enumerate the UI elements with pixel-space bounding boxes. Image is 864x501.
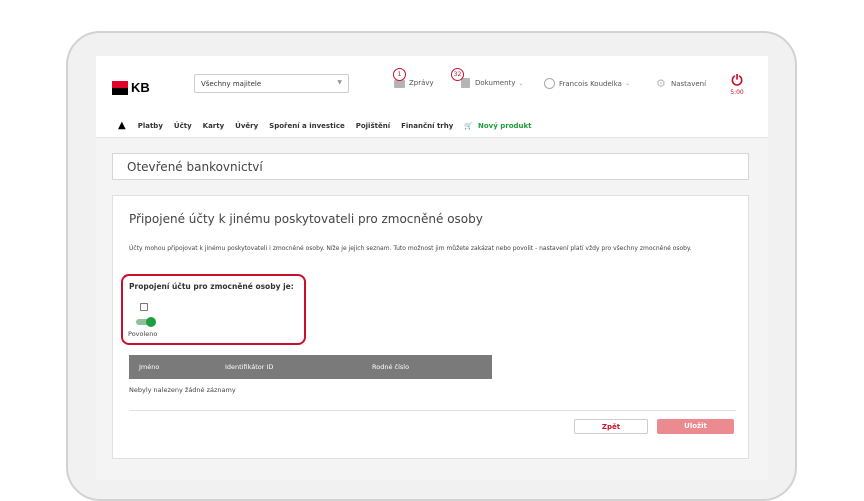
- logout-button[interactable]: ⏻ 5:00: [725, 74, 749, 96]
- documents-label: Dokumenty: [475, 79, 516, 87]
- connected-accounts-card: Připojené účty k jinému poskytovateli pr…: [112, 195, 749, 459]
- nav-item-ucty[interactable]: Účty: [174, 122, 192, 130]
- authorized-persons-table: Jméno Identifikátor ID Rodné číslo: [129, 355, 492, 379]
- user-icon: [544, 78, 555, 89]
- kb-logo-mark: [112, 80, 128, 95]
- top-header: KB Všechny majitele ▼ Zprávy 1 Dokumenty…: [96, 56, 768, 138]
- nav-item-uvery[interactable]: Úvěry: [235, 122, 258, 130]
- column-header-birth-number[interactable]: Rodné číslo: [362, 363, 492, 371]
- toggle-knob: [146, 317, 156, 327]
- new-product-label: Nový produkt: [478, 121, 532, 130]
- documents-link[interactable]: Dokumenty ⌄: [460, 78, 523, 88]
- toggle-label: Propojení účtu pro zmocněné osoby je:: [129, 282, 294, 291]
- owner-select[interactable]: Všechny majitele ▼: [194, 74, 349, 93]
- page-title: Otevřené bankovnictví: [112, 153, 749, 180]
- column-header-name[interactable]: Jméno: [129, 363, 215, 371]
- table-header: Jméno Identifikátor ID Rodné číslo: [129, 355, 492, 379]
- owner-select-value: Všechny majitele: [201, 80, 262, 88]
- column-header-id[interactable]: Identifikátor ID: [215, 363, 362, 371]
- nav-item-platby[interactable]: Platby: [138, 122, 163, 130]
- nav-item-new-product[interactable]: 🛒 Nový produkt: [464, 122, 542, 130]
- nav-item-sporeni[interactable]: Spoření a investice: [269, 122, 345, 130]
- chevron-down-icon: ⌄: [518, 79, 524, 87]
- messages-label: Zprávy: [409, 79, 434, 87]
- kb-logo[interactable]: KB: [112, 80, 150, 95]
- permission-toggle-switch[interactable]: [136, 316, 156, 328]
- messages-count-badge: 1: [393, 68, 406, 81]
- cart-icon: 🛒: [464, 121, 474, 130]
- chevron-down-icon: ▼: [337, 79, 342, 86]
- user-name: Francois Koudelka: [559, 79, 622, 88]
- nav-item-pojisteni[interactable]: Pojištění: [356, 122, 390, 130]
- power-icon: ⏻: [731, 73, 743, 89]
- kb-logo-text: KB: [131, 80, 150, 95]
- toggle-checkbox[interactable]: [140, 303, 148, 311]
- gear-icon: ⚙: [656, 77, 666, 90]
- nav-item-karty[interactable]: Karty: [203, 122, 225, 130]
- document-icon: [460, 78, 472, 88]
- card-title: Připojené účty k jinému poskytovateli pr…: [129, 212, 483, 226]
- settings-label: Nastavení: [671, 79, 707, 88]
- card-description: Účty mohou připojovat k jinému poskytova…: [129, 245, 692, 252]
- session-timer: 5:00: [730, 89, 744, 96]
- nav-item-financni-trhy[interactable]: Finanční trhy: [401, 122, 453, 130]
- documents-count-badge: 32: [451, 68, 464, 81]
- card-divider: [129, 410, 736, 411]
- app-screen: KB Všechny majitele ▼ Zprávy 1 Dokumenty…: [96, 56, 768, 480]
- empty-table-message: Nebyly nalezeny žádné záznamy: [129, 386, 236, 394]
- save-button[interactable]: Uložit: [657, 419, 734, 434]
- toggle-state-label: Povoleno: [128, 330, 158, 338]
- main-nav: ▲ Platby Účty Karty Úvěry Spoření a inve…: [118, 120, 554, 131]
- home-icon[interactable]: ▲: [118, 120, 126, 131]
- back-button[interactable]: Zpět: [574, 419, 648, 434]
- user-menu[interactable]: Francois Koudelka ⌄: [544, 78, 630, 89]
- chevron-down-icon: ⌄: [624, 80, 630, 87]
- settings-link[interactable]: ⚙ Nastavení: [656, 78, 706, 89]
